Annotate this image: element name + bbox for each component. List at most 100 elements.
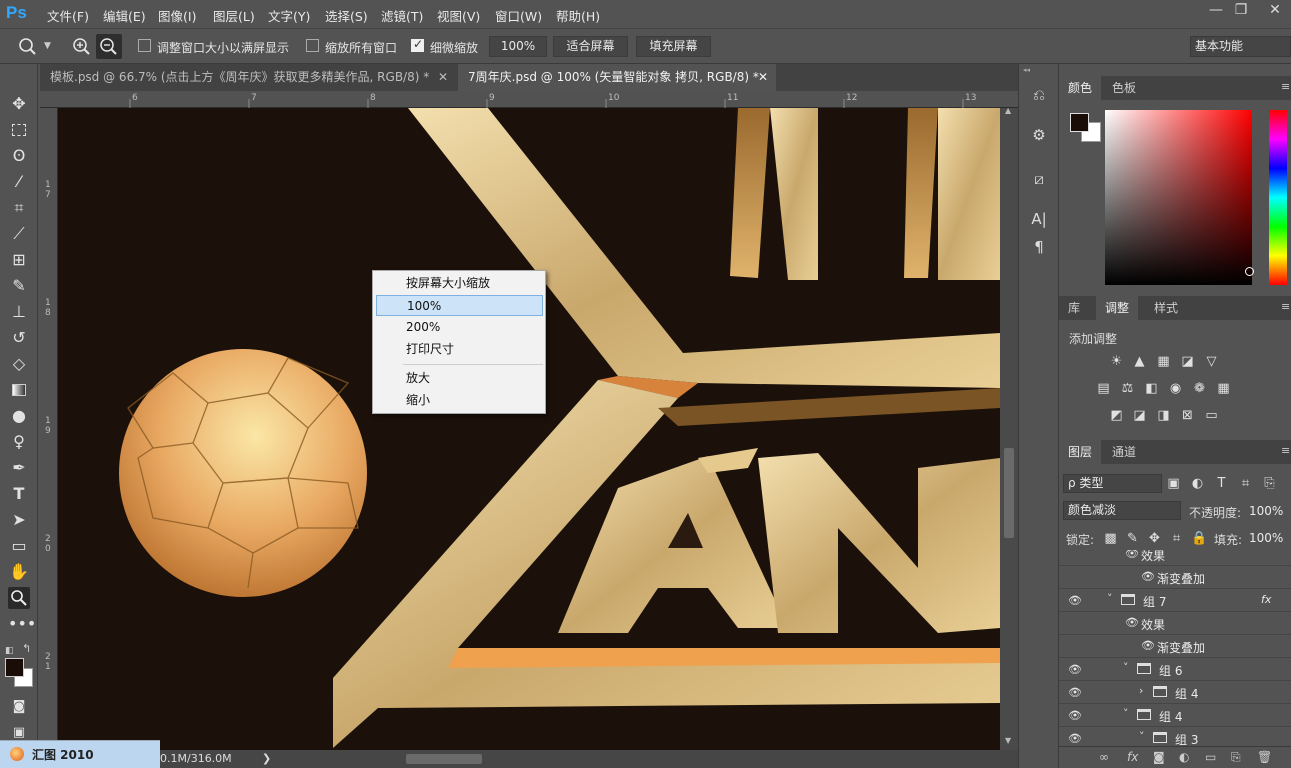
close-window-button[interactable]: ✕ — [1264, 2, 1286, 20]
curves-icon[interactable]: ▦ — [1156, 354, 1171, 369]
history-panel-icon[interactable]: ⎌ — [1028, 86, 1050, 108]
stamp-tool-icon[interactable]: ⊥ — [8, 301, 30, 323]
layer-row[interactable]: 👁 渐变叠加 — [1059, 634, 1291, 657]
opacity-value[interactable]: 100% — [1249, 504, 1283, 518]
twirl-chevron-icon[interactable]: ˅ — [1107, 592, 1113, 605]
blur-tool-icon[interactable]: ● — [8, 405, 30, 427]
layer-row[interactable]: 👁 ˅ 组 7 fx — [1059, 588, 1291, 611]
zoom-out-button[interactable] — [96, 34, 122, 59]
dodge-tool-icon[interactable]: ♀ — [8, 431, 30, 453]
tab-libraries[interactable]: 库 — [1059, 296, 1089, 320]
pen-tool-icon[interactable]: ✒ — [8, 457, 30, 479]
filter-smart-object-icon[interactable]: ⎘ — [1262, 476, 1277, 491]
crop-tool-icon[interactable]: ⌗ — [8, 197, 30, 219]
photo-filter-icon[interactable]: ◉ — [1168, 381, 1183, 396]
filter-type-icon[interactable]: T — [1214, 476, 1229, 491]
visibility-eye-icon[interactable]: 👁 — [1068, 663, 1082, 676]
type-tool-icon[interactable]: T — [8, 483, 30, 505]
menu-layer[interactable]: 图层(L) — [213, 6, 255, 25]
zoom-100-button[interactable]: 100% — [489, 36, 547, 57]
scroll-down-icon[interactable]: ▼ — [1005, 736, 1011, 745]
tab-color[interactable]: 颜色 — [1059, 76, 1102, 100]
menu-filter[interactable]: 滤镜(T) — [381, 6, 423, 25]
character-panel-icon[interactable]: A| — [1028, 210, 1050, 232]
layer-row[interactable]: 👁 ˅ 组 4 — [1059, 703, 1291, 726]
tab-close-icon[interactable]: ✕ — [438, 64, 448, 90]
color-fg-swatch[interactable] — [1070, 113, 1089, 132]
tab-adjustments[interactable]: 调整 — [1096, 296, 1139, 320]
properties-panel-icon[interactable]: ⚙ — [1028, 126, 1050, 148]
workspace-select[interactable]: 基本功能 — [1190, 36, 1291, 57]
black-white-icon[interactable]: ◧ — [1144, 381, 1159, 396]
layer-row[interactable]: 👁 渐变叠加 — [1059, 565, 1291, 588]
taskbar-app-button[interactable]: 汇图 2010 — [0, 740, 160, 768]
exposure-icon[interactable]: ◪ — [1180, 354, 1195, 369]
layer-row[interactable]: 👁 ˅ 组 3 — [1059, 726, 1291, 746]
document-canvas[interactable] — [58, 108, 1000, 750]
scroll-up-icon[interactable]: ▲ — [1005, 106, 1011, 115]
swap-colors-icon[interactable]: ↰ — [22, 642, 31, 655]
history-brush-tool-icon[interactable]: ↺ — [8, 327, 30, 349]
menu-item-zoom-out[interactable]: 缩小 — [374, 390, 544, 411]
magic-wand-tool-icon[interactable]: ⁄ — [8, 171, 30, 193]
hand-tool-icon[interactable]: ✋ — [8, 561, 30, 583]
panel-menu-icon[interactable]: ≡ — [1281, 444, 1290, 457]
restore-button[interactable]: ❐ — [1230, 2, 1252, 20]
menu-image[interactable]: 图像(I) — [158, 6, 196, 25]
filter-shape-icon[interactable]: ⌗ — [1238, 476, 1253, 491]
zoom-all-checkbox[interactable] — [306, 39, 319, 52]
status-menu-arrow-icon[interactable]: ❯ — [262, 752, 271, 765]
vertical-scrollbar[interactable]: ▲ ▼ — [1000, 106, 1018, 750]
hue-slider[interactable] — [1269, 110, 1287, 285]
selective-color-icon[interactable]: ⊠ — [1180, 408, 1195, 423]
zoom-in-icon[interactable] — [72, 37, 92, 57]
fill-value[interactable]: 100% — [1249, 531, 1283, 545]
levels-icon[interactable]: ▲ — [1132, 354, 1147, 369]
color-field[interactable] — [1105, 110, 1254, 285]
panel-menu-icon[interactable]: ≡ — [1281, 80, 1290, 93]
fit-screen-button[interactable]: 适合屏幕 — [553, 36, 628, 57]
effect-eye-icon[interactable]: 👁 — [1141, 639, 1155, 652]
healing-brush-tool-icon[interactable]: ⊞ — [8, 249, 30, 271]
gradient-tool-icon[interactable] — [8, 379, 30, 401]
effect-eye-icon[interactable]: 👁 — [1141, 570, 1155, 583]
fx-icon[interactable]: fx — [1127, 750, 1138, 764]
hue-saturation-icon[interactable]: ▤ — [1096, 381, 1111, 396]
collapse-icon[interactable]: ◂◂ — [1023, 66, 1055, 74]
new-layer-icon[interactable]: ⎘ — [1231, 750, 1241, 765]
fill-screen-button[interactable]: 填充屏幕 — [636, 36, 711, 57]
visibility-eye-icon[interactable]: 👁 — [1068, 732, 1082, 745]
gradient-map-icon[interactable]: ▭ — [1204, 408, 1219, 423]
lock-all-icon[interactable]: 🔒 — [1191, 531, 1207, 546]
menu-edit[interactable]: 编辑(E) — [103, 6, 146, 25]
twirl-chevron-icon[interactable]: ˅ — [1123, 661, 1129, 674]
effect-eye-icon[interactable]: 👁 — [1125, 550, 1139, 560]
menu-item-fit-screen[interactable]: 按屏幕大小缩放 — [374, 273, 544, 294]
lock-transparency-icon[interactable]: ▩ — [1103, 531, 1118, 546]
color-lookup-icon[interactable]: ▦ — [1216, 381, 1231, 396]
brush-tool-icon[interactable]: ✎ — [8, 275, 30, 297]
lasso-tool-icon[interactable]: ʘ — [8, 145, 30, 167]
menu-file[interactable]: 文件(F) — [47, 6, 89, 25]
invert-icon[interactable]: ◩ — [1109, 408, 1124, 423]
lock-position-icon[interactable]: ✥ — [1147, 531, 1162, 546]
layer-filter-select[interactable]: ρ 类型 — [1063, 474, 1162, 493]
menu-item-zoom-in[interactable]: 放大 — [374, 368, 544, 389]
tab-template-psd[interactable]: 模板.psd @ 66.7% (点击上方《周年庆》获取更多精美作品, RGB/8… — [40, 64, 458, 91]
brightness-icon[interactable]: ☀ — [1109, 354, 1124, 369]
eyedropper-tool-icon[interactable]: ⟋ — [8, 223, 30, 245]
link-layers-icon[interactable]: ∞ — [1099, 750, 1109, 764]
twirl-chevron-icon[interactable]: ˅ — [1139, 730, 1145, 743]
quick-mask-icon[interactable]: ◙ — [8, 696, 30, 718]
layer-row[interactable]: 👁 效果 — [1059, 611, 1291, 634]
filter-pixel-icon[interactable]: ▣ — [1166, 476, 1181, 491]
menu-select[interactable]: 选择(S) — [325, 6, 368, 25]
filter-adjustment-icon[interactable]: ◐ — [1190, 476, 1205, 491]
blend-mode-select[interactable]: 颜色减淡 — [1063, 501, 1181, 520]
menu-window[interactable]: 窗口(W) — [495, 6, 542, 25]
layer-row[interactable]: 👁 效果 — [1059, 550, 1291, 565]
menu-type[interactable]: 文字(Y) — [268, 6, 310, 25]
visibility-eye-icon[interactable]: 👁 — [1068, 594, 1082, 607]
tab-anniversary-psd[interactable]: 7周年庆.psd @ 100% (矢量智能对象 拷贝, RGB/8) * ✕ — [458, 64, 776, 91]
twirl-chevron-icon[interactable]: › — [1139, 684, 1143, 697]
